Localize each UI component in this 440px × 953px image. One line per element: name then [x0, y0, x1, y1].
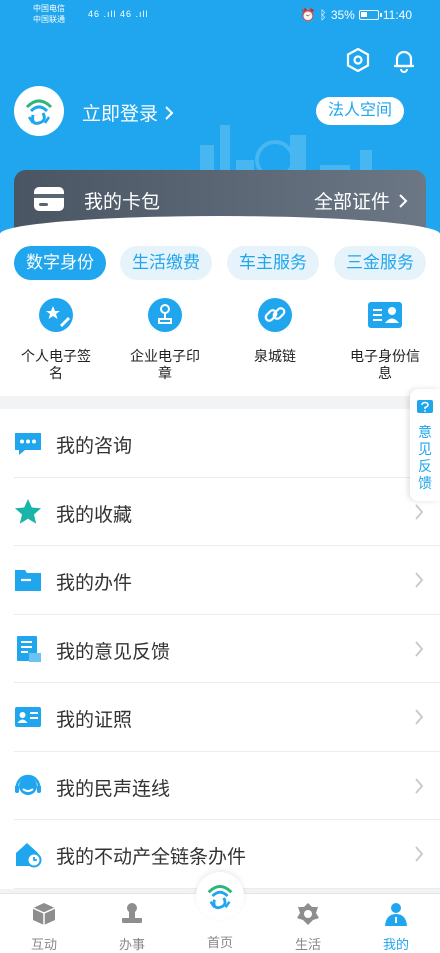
wallet-title: 我的卡包	[84, 192, 161, 213]
home-logo-icon	[207, 885, 233, 910]
chevron-right-icon	[415, 709, 424, 725]
settings-hex-icon[interactable]	[344, 46, 372, 74]
service-quancheng-chain[interactable]: 泉城链	[223, 297, 327, 365]
carrier-2: 中国联通	[33, 15, 65, 24]
header-banner: 中国电信 中国联通 46 .ıll 46 .ıll ⏰ ᛒ 35% 11:40 …	[0, 0, 440, 235]
tab-label: 互动	[30, 937, 57, 952]
list-item-label: 我的证照	[56, 710, 133, 731]
house-icon	[16, 843, 42, 868]
service-eid-info[interactable]: 电子身份信息	[333, 297, 437, 382]
signal-icon: 46 .ıll 46 .ıll	[88, 9, 149, 19]
service-grid: 个人电子签名 企业电子印章 泉城链 电子身份信息	[0, 297, 440, 387]
bell-icon[interactable]	[390, 46, 418, 74]
chevron-right-icon	[399, 193, 408, 208]
home-logo-button[interactable]	[196, 872, 244, 920]
carrier-info: 中国电信 中国联通	[33, 3, 65, 25]
list-item-licenses[interactable]: 我的证照	[14, 683, 440, 752]
list-item-label: 我的民声连线	[56, 778, 171, 800]
tab-digital-identity[interactable]: 数字身份	[14, 246, 106, 280]
login-link[interactable]: 立即登录	[82, 99, 174, 126]
tab-label: 生活	[294, 937, 321, 952]
chevron-right-icon	[165, 105, 174, 120]
chain-link-icon	[258, 298, 292, 332]
id-card-icon	[368, 302, 402, 328]
tab-three-funds[interactable]: 三金服务	[334, 246, 426, 280]
status-right: ⏰ ᛒ 35% 11:40	[301, 8, 412, 22]
list-item-favorites[interactable]: 我的收藏	[14, 478, 440, 546]
list-item-label: 我的意见反馈	[56, 641, 171, 663]
login-label: 立即登录	[82, 104, 159, 125]
alarm-icon: ⏰	[300, 8, 316, 22]
person-icon	[385, 903, 407, 926]
tab-mine[interactable]: 我的	[352, 901, 440, 953]
tab-interaction[interactable]: 互动	[0, 901, 88, 953]
tab-home[interactable]: 首页	[176, 932, 264, 951]
star-icon	[15, 498, 41, 524]
list-item-public-hotline[interactable]: 我的民声连线	[14, 752, 440, 820]
flower-icon	[297, 903, 319, 925]
all-certificates-link[interactable]: 全部证件	[314, 187, 408, 214]
tab-life[interactable]: 生活	[264, 901, 352, 953]
wallet-icon	[34, 187, 64, 211]
service-personal-signature[interactable]: 个人电子签名	[4, 297, 108, 382]
carrier-1: 中国电信	[33, 4, 65, 13]
folder-icon	[15, 570, 41, 591]
chevron-right-icon	[415, 503, 424, 520]
service-label: 电子身份信息	[350, 348, 420, 381]
service-label: 个人电子签名	[21, 348, 91, 381]
license-icon	[15, 707, 41, 727]
tab-label: 首页	[206, 935, 233, 950]
tab-car-owner[interactable]: 车主服务	[227, 246, 319, 280]
list-item-feedback[interactable]: 我的意见反馈	[14, 615, 440, 683]
service-enterprise-seal[interactable]: 企业电子印章	[113, 297, 217, 382]
headset-icon	[15, 774, 41, 795]
battery-percent: 35%	[330, 8, 355, 22]
tab-services[interactable]: 办事	[88, 901, 176, 953]
feedback-tab-label: 意见反馈	[418, 424, 432, 491]
list-item-applications[interactable]: 我的办件	[14, 546, 440, 615]
tab-label: 我的	[382, 937, 409, 952]
list-item-label: 我的咨询	[56, 436, 133, 457]
app-logo-icon	[25, 99, 53, 125]
document-icon	[17, 635, 41, 662]
question-bubble-icon	[417, 400, 433, 413]
floating-feedback-tab[interactable]: 意见反馈	[410, 389, 440, 501]
cube-icon	[32, 903, 56, 925]
chevron-right-icon	[415, 846, 424, 862]
chevron-right-icon	[415, 640, 424, 657]
category-tabs: 数字身份 生活缴费 车主服务 三金服务	[14, 246, 440, 280]
list-item-consultation[interactable]: 我的咨询	[14, 409, 440, 478]
all-certificates-label: 全部证件	[313, 192, 390, 213]
list-item-label: 我的办件	[56, 573, 133, 594]
status-bar: 中国电信 中国联通 46 .ıll 46 .ıll ⏰ ᛒ 35% 11:40	[0, 0, 440, 30]
chevron-right-icon	[415, 777, 424, 794]
chevron-right-icon	[415, 572, 424, 588]
tab-life-payment[interactable]: 生活缴费	[120, 246, 212, 280]
stamp-icon	[122, 903, 142, 923]
service-label: 泉城链	[254, 348, 296, 364]
seal-icon	[148, 298, 182, 332]
bluetooth-icon: ᛒ	[319, 8, 327, 22]
menu-list: 我的咨询 我的收藏 我的办件 我的意见反馈 我的证照 我的民声连线 我的不动产全…	[0, 409, 440, 889]
clock: 11:40	[382, 8, 412, 22]
list-item-label: 我的收藏	[56, 504, 133, 526]
avatar[interactable]	[14, 86, 64, 136]
list-item-label: 我的不动产全链条办件	[56, 847, 247, 868]
tab-label: 办事	[118, 937, 145, 952]
legal-space-button[interactable]: 法人空间	[316, 97, 404, 125]
service-label: 企业电子印章	[130, 348, 200, 381]
signature-icon	[39, 298, 73, 332]
chat-icon	[15, 433, 41, 455]
battery-icon	[358, 10, 382, 20]
